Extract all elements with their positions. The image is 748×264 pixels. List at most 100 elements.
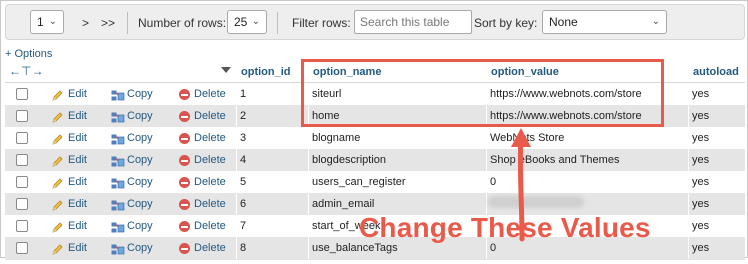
column-divider — [688, 215, 689, 237]
copy-link[interactable]: Copy — [111, 105, 153, 127]
pencil-icon — [51, 154, 64, 167]
cell-option-name: users_can_register — [312, 176, 406, 188]
edit-link-label: Edit — [68, 154, 87, 166]
page-number-select[interactable]: 1 ⌄ — [30, 10, 64, 34]
rows-count-value: 25 — [234, 15, 248, 29]
copy-link-label: Copy — [127, 242, 153, 254]
column-divider — [486, 149, 487, 171]
chevron-down-icon: ⌄ — [48, 16, 57, 27]
copy-link[interactable]: Copy — [111, 83, 153, 105]
copy-link[interactable]: Copy — [111, 171, 153, 193]
column-divider — [236, 193, 237, 215]
annotation-text: Change These Values — [359, 212, 651, 243]
delete-link[interactable]: Delete — [179, 215, 226, 237]
cell-option-id: 7 — [240, 220, 247, 232]
row-checkbox[interactable] — [16, 198, 28, 210]
delete-link-label: Delete — [194, 220, 226, 232]
column-divider — [308, 171, 309, 193]
copy-icon — [111, 242, 125, 255]
filter-rows-input[interactable] — [354, 10, 472, 34]
options-link[interactable]: + Options — [5, 48, 52, 60]
filter-rows-label: Filter rows: — [292, 16, 351, 30]
delete-icon — [179, 176, 190, 188]
delete-link[interactable]: Delete — [179, 149, 226, 171]
copy-link[interactable]: Copy — [111, 149, 153, 171]
copy-link[interactable]: Copy — [111, 237, 153, 259]
pencil-icon — [51, 132, 64, 145]
copy-icon — [111, 176, 125, 189]
edit-link[interactable]: Edit — [51, 127, 87, 149]
sort-by-key-value: None — [549, 15, 578, 29]
delete-link[interactable]: Delete — [179, 83, 226, 105]
copy-icon — [111, 110, 125, 123]
edit-link-label: Edit — [68, 132, 87, 144]
column-divider — [308, 193, 309, 215]
cell-autoload: yes — [692, 154, 710, 166]
edit-link-label: Edit — [68, 88, 87, 100]
edit-link[interactable]: Edit — [51, 237, 87, 259]
row-checkbox[interactable] — [16, 242, 28, 254]
sort-by-key-select[interactable]: None ⌄ — [542, 10, 667, 34]
cell-option-id: 1 — [240, 88, 247, 100]
edit-link[interactable]: Edit — [51, 105, 87, 127]
sort-by-key-label: Sort by key: — [474, 16, 538, 30]
copy-link-label: Copy — [127, 154, 153, 166]
cell-autoload: yes — [692, 242, 710, 254]
cell-autoload: yes — [692, 88, 710, 100]
edit-link[interactable]: Edit — [51, 215, 87, 237]
row-checkbox[interactable] — [16, 110, 28, 122]
edit-link-label: Edit — [68, 176, 87, 188]
column-header-option-id[interactable]: option_id — [236, 63, 308, 82]
copy-link[interactable]: Copy — [111, 215, 153, 237]
row-checkbox[interactable] — [16, 220, 28, 232]
delete-link[interactable]: Delete — [179, 127, 226, 149]
pagination-toolbar: 1 ⌄ > >> Number of rows: 25 ⌄ Filter row… — [5, 4, 745, 40]
column-divider — [236, 149, 237, 171]
copy-link[interactable]: Copy — [111, 193, 153, 215]
copy-icon — [111, 198, 125, 211]
delete-link-label: Delete — [194, 176, 226, 188]
edit-link[interactable]: Edit — [51, 193, 87, 215]
row-checkbox[interactable] — [16, 176, 28, 188]
next-page-button[interactable]: > — [82, 16, 89, 30]
delete-icon — [179, 198, 190, 210]
cell-option-id: 3 — [240, 132, 247, 144]
column-divider — [236, 105, 237, 127]
copy-icon — [111, 132, 125, 145]
column-divider — [688, 237, 689, 259]
last-page-button[interactable]: >> — [101, 16, 115, 30]
column-divider — [688, 171, 689, 193]
chevron-down-icon: ⌄ — [251, 16, 260, 27]
cell-option-id: 8 — [240, 242, 247, 254]
column-divider — [236, 215, 237, 237]
delete-icon — [179, 220, 190, 232]
edit-link[interactable]: Edit — [51, 171, 87, 193]
delete-link-label: Delete — [194, 132, 226, 144]
rows-label: Number of rows: — [138, 16, 227, 30]
rows-count-select[interactable]: 25 ⌄ — [227, 10, 267, 34]
column-divider — [688, 127, 689, 149]
delete-link[interactable]: Delete — [179, 237, 226, 259]
row-checkbox[interactable] — [16, 88, 28, 100]
cell-option-name: blogdescription — [312, 154, 386, 166]
edit-link-label: Edit — [68, 242, 87, 254]
column-divider — [688, 149, 689, 171]
chevron-down-icon: ⌄ — [651, 16, 660, 27]
edit-link-label: Edit — [68, 198, 87, 210]
row-checkbox[interactable] — [16, 132, 28, 144]
edit-link-label: Edit — [68, 110, 87, 122]
delete-link[interactable]: Delete — [179, 193, 226, 215]
pencil-icon — [51, 220, 64, 233]
delete-link[interactable]: Delete — [179, 105, 226, 127]
cell-option-id: 4 — [240, 154, 247, 166]
delete-link-label: Delete — [194, 242, 226, 254]
edit-link[interactable]: Edit — [51, 149, 87, 171]
pencil-icon — [51, 110, 64, 123]
delete-link-label: Delete — [194, 198, 226, 210]
cell-autoload: yes — [692, 220, 710, 232]
delete-link[interactable]: Delete — [179, 171, 226, 193]
edit-link[interactable]: Edit — [51, 83, 87, 105]
row-checkbox[interactable] — [16, 154, 28, 166]
column-header-autoload[interactable]: autoload — [688, 63, 745, 82]
copy-link[interactable]: Copy — [111, 127, 153, 149]
